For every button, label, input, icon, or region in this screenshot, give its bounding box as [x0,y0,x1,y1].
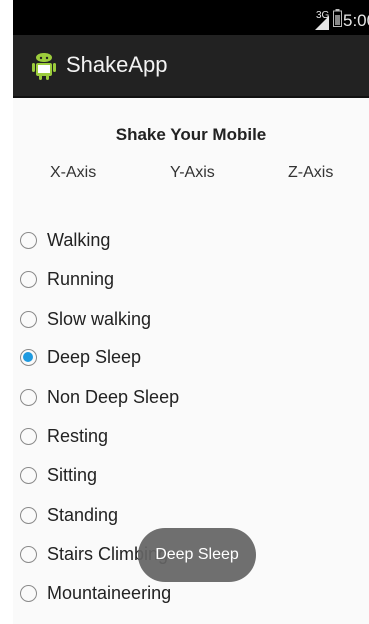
radio-label: Non Deep Sleep [47,386,180,407]
radio-label: Walking [47,229,111,250]
radio-button-icon[interactable] [20,427,37,445]
radio-button-icon[interactable] [20,506,37,524]
radio-button-icon[interactable] [20,310,37,328]
radio-option-non-deep-sleep[interactable]: Non Deep Sleep [20,382,179,412]
radio-button-checked-icon[interactable] [20,348,37,366]
radio-label: Sitting [47,464,98,485]
radio-option-slow-walking[interactable]: Slow walking [20,304,151,334]
status-bar: 3G 5:00 [13,0,369,35]
radio-label: Standing [47,504,119,525]
radio-option-walking[interactable]: Walking [20,225,110,255]
radio-button-icon[interactable] [20,466,37,484]
signal-icon [315,16,329,30]
radio-button-icon[interactable] [20,270,37,288]
radio-label: Resting [47,425,109,446]
phone-screen: 3G 5:00 ShakeApp Shake Your Mobile X-Axi… [13,0,369,624]
android-robot-icon[interactable] [31,51,57,81]
radio-option-running[interactable]: Running [20,264,114,294]
radio-button-icon[interactable] [20,584,37,602]
z-axis-label: Z-Axis [288,164,334,181]
radio-label: Deep Sleep [47,346,142,367]
radio-label: Running [47,268,115,289]
battery-icon [333,9,342,27]
page-heading: Shake Your Mobile [115,125,267,144]
radio-label: Slow walking [47,308,152,329]
radio-option-resting[interactable]: Resting [20,421,108,451]
radio-option-sitting[interactable]: Sitting [20,460,97,490]
radio-option-deep-sleep[interactable]: Deep Sleep [20,342,141,372]
radio-label: Mountaineering [47,582,172,603]
radio-button-icon[interactable] [20,388,37,406]
app-title: ShakeApp [66,52,168,77]
radio-option-mountaineering[interactable]: Mountaineering [20,578,171,608]
radio-button-icon[interactable] [20,545,37,563]
action-bar: ShakeApp [13,35,369,98]
y-axis-label: Y-Axis [170,164,215,181]
radio-button-icon[interactable] [20,231,37,249]
toast-message: Deep Sleep [138,528,256,582]
radio-option-standing[interactable]: Standing [20,500,118,530]
clock: 5:00 [343,11,369,30]
x-axis-label: X-Axis [50,164,97,181]
